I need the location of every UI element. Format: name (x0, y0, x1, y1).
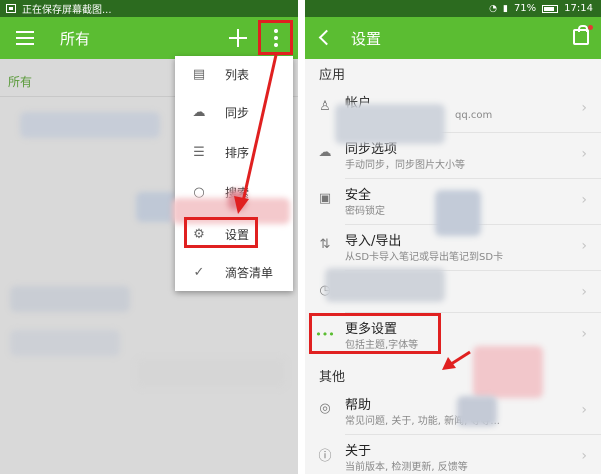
annotation-highlight-more-settings (309, 313, 441, 354)
settings-row-about[interactable]: ⓘ 关于 当前版本, 检测更新, 反馈等 › (305, 436, 601, 474)
chevron-right-icon: › (581, 146, 587, 162)
chevron-right-icon: › (581, 448, 587, 464)
wifi-icon: ◔ (489, 3, 497, 14)
page-title: 设置 (351, 29, 382, 48)
settings-toolbar: 设置 (305, 17, 601, 59)
chevron-right-icon: › (581, 402, 587, 418)
add-icon[interactable] (228, 28, 248, 48)
blurred-note (20, 112, 160, 138)
filter-label: 所有 (8, 75, 33, 89)
chevron-right-icon: › (581, 192, 587, 208)
import-export-icon: ⇅ (319, 236, 331, 252)
annotation-highlight-more-button (258, 20, 293, 55)
signal-icon: ▮ (502, 3, 508, 14)
back-arrow-icon[interactable] (315, 28, 335, 48)
section-header-other: 其他 (319, 370, 346, 385)
annotation-highlight-settings-item (184, 217, 258, 248)
menu-item-sort[interactable]: ☰ 排序 (175, 134, 293, 170)
blurred-note (10, 330, 120, 356)
help-icon: ◎ (319, 400, 331, 416)
settings-row-help[interactable]: ◎ 帮助 常见问题, 关于, 功能, 新闻, 等等... › (305, 390, 601, 434)
status-bar: 正在保存屏幕截图... (0, 0, 298, 17)
overflow-menu: ▤ 列表 ☁ 同步 ☰ 排序 ○ 搜索 ⚙ 设置 ✓ 滴答清单 (175, 56, 293, 291)
menu-item-ticktick[interactable]: ✓ 滴答清单 (175, 254, 293, 290)
screenshot-icon (6, 4, 16, 13)
chevron-right-icon: › (581, 238, 587, 254)
blurred-overlay (335, 104, 445, 144)
section-header-app: 应用 (319, 68, 346, 83)
blurred-overlay (228, 190, 246, 210)
blurred-overlay (435, 190, 481, 236)
blurred-overlay (473, 346, 543, 398)
sort-icon: ☰ (193, 144, 205, 160)
blurred-overlay (457, 396, 497, 426)
blurred-note (10, 286, 130, 312)
menu-item-list[interactable]: ▤ 列表 (175, 56, 293, 92)
list-icon: ▤ (192, 66, 206, 82)
blurred-note (136, 192, 176, 222)
blurred-note (136, 358, 286, 388)
menu-item-sync[interactable]: ☁ 同步 (175, 94, 293, 130)
divider (345, 434, 601, 435)
battery-icon (542, 4, 559, 13)
left-toolbar: 所有 (0, 17, 298, 59)
battery-percent: 71% (513, 3, 537, 14)
lock-icon: ▣ (318, 190, 332, 206)
checkmark-icon: ✓ (193, 264, 205, 280)
chevron-right-icon: › (581, 100, 587, 116)
store-bag-icon[interactable] (573, 25, 593, 45)
divider (345, 178, 601, 179)
cloud-sync-icon: ☁ (192, 104, 206, 120)
toolbar-title: 所有 (60, 29, 91, 48)
status-text: 正在保存屏幕截图... (22, 5, 112, 16)
cloud-icon: ☁ (318, 144, 332, 160)
hamburger-menu-icon[interactable] (16, 31, 34, 45)
status-bar: ◔ ▮ 71% 17:14 (305, 0, 601, 17)
info-icon: ⓘ (318, 448, 332, 464)
status-time: 17:14 (564, 3, 593, 14)
right-phone-screen: ◔ ▮ 71% 17:14 设置 应用 ♙ 帐户 qq.com › ☁ 同步选项… (305, 0, 601, 474)
user-icon: ♙ (319, 98, 331, 114)
chevron-right-icon: › (581, 326, 587, 342)
chevron-right-icon: › (581, 284, 587, 300)
blurred-overlay (325, 268, 445, 302)
